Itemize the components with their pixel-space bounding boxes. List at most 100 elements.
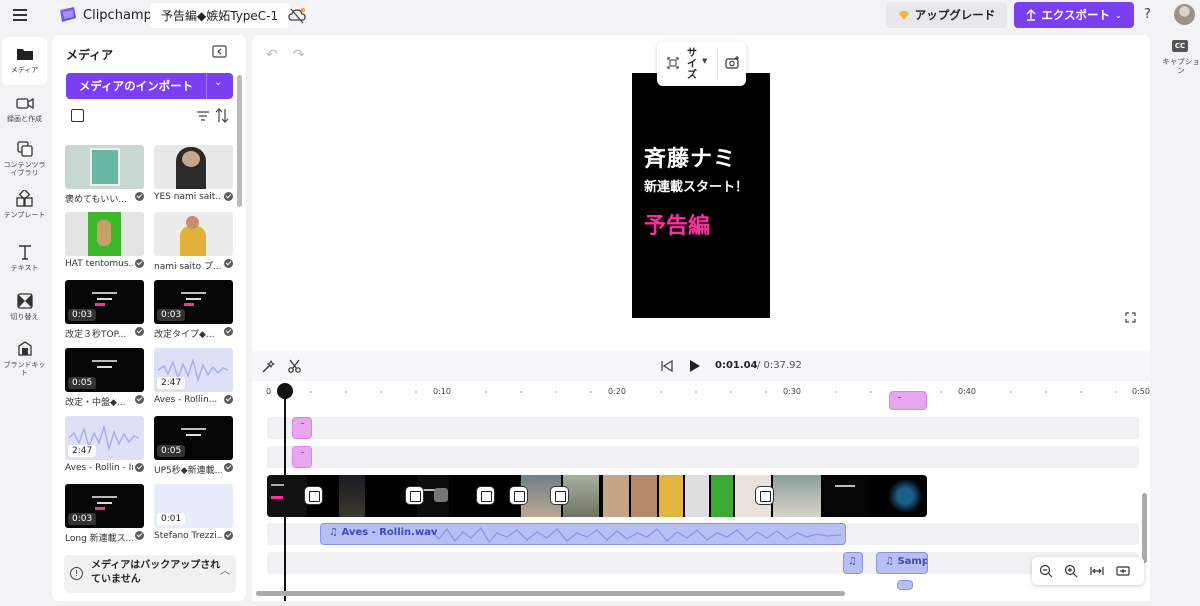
backup-notice-text: メディアはバックアップされていません — [91, 560, 221, 585]
media-item[interactable]: 2:47 Aves - Rollin... — [154, 348, 233, 405]
timeline[interactable]: 0 0:10 0:20 0:30 0:40 0:50 ♫ Aves - Roll… — [252, 381, 1150, 601]
timeline-ruler[interactable]: 0 0:10 0:20 0:30 0:40 0:50 — [252, 381, 1150, 401]
captions-label: キャプション — [1162, 57, 1200, 75]
import-media-button[interactable]: メディアのインポート ⌄ — [66, 73, 233, 99]
video-track[interactable] — [267, 475, 927, 517]
transition-marker[interactable] — [477, 487, 494, 504]
video-clip[interactable] — [339, 475, 365, 517]
rail-item-text[interactable]: テキスト — [2, 235, 47, 283]
timeline-horizontal-scrollbar[interactable] — [256, 591, 845, 596]
closed-captions-icon[interactable]: CC — [1172, 40, 1188, 52]
rail-item-transitions[interactable]: 切り替え — [2, 284, 47, 332]
rail-item-brand-kit[interactable]: ブランドキット — [2, 332, 47, 380]
audio-clip[interactable]: ♫ — [843, 552, 863, 574]
media-item[interactable]: 0:03 Long 新連載ス... — [65, 484, 144, 544]
help-icon[interactable]: ? — [1144, 7, 1151, 22]
aspect-ratio-icon[interactable] — [667, 57, 679, 69]
muted-audio-icon[interactable] — [434, 488, 448, 502]
ruler-tick — [660, 391, 662, 393]
fit-timeline-icon[interactable] — [1090, 564, 1104, 578]
transition-marker[interactable] — [756, 487, 773, 504]
video-clip[interactable] — [659, 475, 683, 517]
transition-marker[interactable] — [305, 487, 322, 504]
media-item[interactable]: 0:03 改定タイプ◆... — [154, 280, 233, 340]
backup-notice[interactable]: ! メディアはバックアップされていません ︿ — [64, 555, 236, 593]
media-item[interactable]: 0:05 改定・中盤◆... — [65, 348, 144, 408]
collapse-panel-icon[interactable] — [212, 45, 227, 58]
export-button[interactable]: エクスポート ⌄ — [1014, 2, 1134, 28]
size-button[interactable]: サイズ — [685, 48, 699, 81]
media-item[interactable]: 褒めてもいい... — [65, 145, 144, 205]
sticker-track[interactable] — [267, 446, 1139, 468]
filter-icon[interactable] — [197, 111, 209, 121]
rail-item-content-library[interactable]: コンテンツライブラリ — [2, 132, 47, 180]
sticker-clip[interactable] — [292, 446, 312, 468]
transition-marker[interactable] — [510, 487, 527, 504]
clipchamp-logo-icon — [60, 7, 76, 22]
redo-icon[interactable]: ↷ — [293, 47, 305, 63]
sticker-track[interactable] — [267, 417, 1139, 439]
fullscreen-icon[interactable] — [1125, 312, 1136, 323]
captions-panel[interactable]: CC キャプション — [1160, 35, 1200, 605]
checkmark-icon — [224, 463, 233, 472]
duration-badge: 0:03 — [68, 309, 97, 321]
video-clip[interactable] — [873, 475, 927, 517]
add-media-camera-icon[interactable] — [725, 56, 740, 69]
add-track-icon[interactable] — [1116, 564, 1130, 578]
media-item[interactable]: 2:47 Aves - Rollin - In... — [65, 416, 144, 473]
media-scrollbar[interactable] — [237, 75, 242, 207]
video-clip[interactable] — [711, 475, 733, 517]
magic-wand-icon[interactable] — [262, 360, 275, 373]
audio-clip[interactable]: ♫ Aves - Rollin.wav — [320, 523, 846, 545]
project-title[interactable]: 予告編◆嫉妬TypeC-1 — [150, 3, 290, 28]
audio-clip[interactable] — [897, 580, 913, 590]
rail-item-record[interactable]: 録画と作成 — [2, 86, 47, 134]
upgrade-button[interactable]: アップグレード — [886, 2, 1007, 28]
media-item[interactable]: nami saito プ... — [154, 212, 233, 272]
playhead[interactable] — [284, 391, 286, 601]
chevron-up-icon[interactable]: ︿ — [220, 562, 230, 577]
video-clip[interactable] — [603, 475, 629, 517]
zoom-out-icon[interactable] — [1039, 564, 1053, 578]
media-item[interactable]: YES nami sait... — [154, 145, 233, 202]
skip-back-icon[interactable] — [660, 359, 674, 373]
video-clip[interactable] — [823, 475, 869, 517]
audio-clip[interactable]: ♫ Samp — [876, 552, 928, 574]
transition-marker[interactable] — [406, 487, 423, 504]
rail-item-label: ブランドキット — [3, 361, 46, 377]
rail-item-label: 切り替え — [10, 313, 39, 321]
video-clip[interactable] — [267, 475, 307, 517]
menu-icon[interactable] — [13, 7, 29, 23]
timeline-vertical-scrollbar[interactable] — [1142, 493, 1147, 563]
media-item[interactable]: 0:05 UP5秒◆新連載... — [154, 416, 233, 476]
video-preview[interactable]: 斉藤ナミ 新連載スタート！ 予告編 — [632, 73, 770, 318]
media-item[interactable]: 0:01 Stefano Trezzi... — [154, 484, 233, 541]
chevron-down-icon[interactable]: ⌄ — [214, 77, 222, 88]
sort-icon[interactable] — [215, 108, 229, 123]
sticker-clip[interactable] — [292, 417, 312, 439]
current-time: 0:01.04 — [715, 360, 758, 371]
upgrade-label: アップグレード — [914, 8, 996, 22]
media-item[interactable]: 0:03 改定３秒TOP... — [65, 280, 144, 340]
video-clip[interactable] — [563, 475, 599, 517]
select-all-checkbox[interactable] — [71, 109, 84, 122]
avatar[interactable] — [1174, 4, 1195, 25]
transition-marker[interactable] — [551, 487, 568, 504]
undo-icon[interactable]: ↶ — [266, 47, 278, 63]
duration-badge: 0:01 — [157, 513, 186, 525]
video-clip[interactable] — [685, 475, 709, 517]
video-clip[interactable] — [631, 475, 657, 517]
audio-track[interactable] — [267, 552, 1139, 574]
rail-item-templates[interactable]: テンプレート — [2, 182, 47, 230]
chevron-down-icon[interactable]: ▼ — [702, 57, 707, 65]
scissors-icon[interactable] — [288, 359, 301, 373]
sticker-clip[interactable] — [889, 391, 927, 410]
cloud-sync-off-icon[interactable] — [288, 7, 306, 25]
rail-item-media[interactable]: メディア — [2, 37, 47, 85]
play-icon[interactable] — [689, 359, 701, 373]
media-item[interactable]: HAT tentomus... — [65, 212, 144, 269]
playhead-handle[interactable] — [277, 383, 293, 399]
zoom-in-icon[interactable] — [1064, 564, 1078, 578]
video-clip[interactable] — [773, 475, 821, 517]
export-label: エクスポート — [1041, 8, 1110, 22]
